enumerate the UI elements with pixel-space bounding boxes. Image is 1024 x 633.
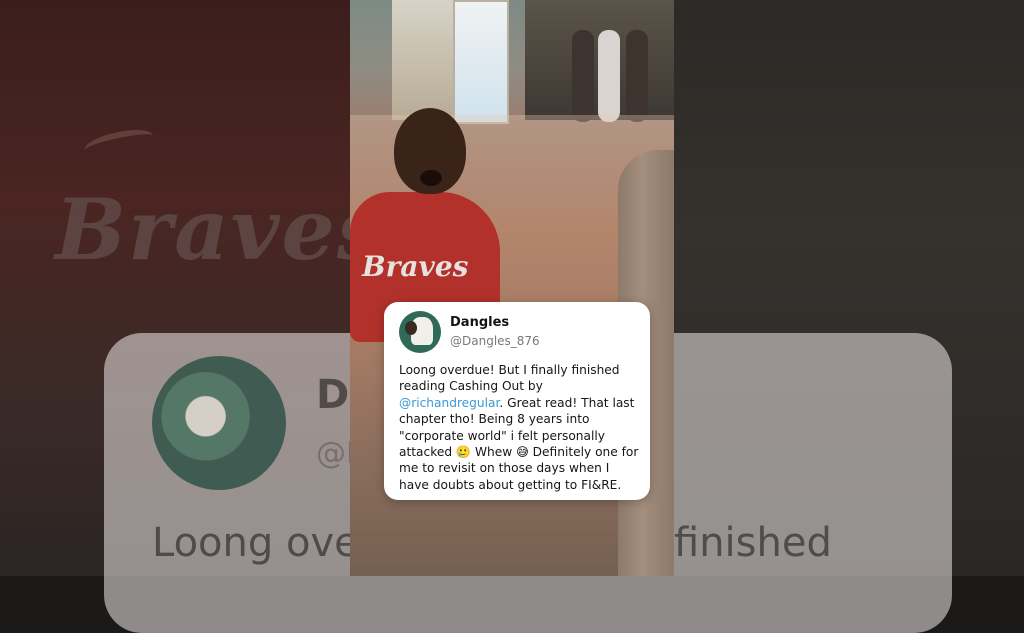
photo-kid-shirt-text: Braves [362, 250, 469, 283]
mention-link[interactable]: @richandregular [399, 396, 499, 410]
tweet-display-name[interactable]: Dangles [450, 315, 509, 330]
avatar[interactable] [399, 311, 441, 353]
background-card-text-right: finished [674, 520, 832, 566]
tweet-text-part: Loong overdue! But I finally finished re… [399, 363, 620, 394]
photo-poster [453, 0, 509, 124]
background-shirt-text: Braves [55, 180, 350, 279]
photo-kid-mouth [420, 170, 442, 186]
logo-swoosh-icon [82, 124, 156, 162]
background-card-text-left: Loong over [152, 520, 376, 566]
tweet-text: Loong overdue! But I finally finished re… [399, 362, 639, 493]
photo-person [626, 30, 648, 122]
tweet-text-part: . Great read! That last chapter tho! Bei… [399, 395, 639, 492]
tweet-card: Dangles @Dangles_876 Loong overdue! But … [384, 302, 650, 500]
avatar-head [405, 321, 417, 335]
photo-person [572, 30, 594, 122]
background-avatar [152, 356, 286, 490]
tweet-handle[interactable]: @Dangles_876 [450, 334, 540, 348]
photo-person [598, 30, 620, 122]
